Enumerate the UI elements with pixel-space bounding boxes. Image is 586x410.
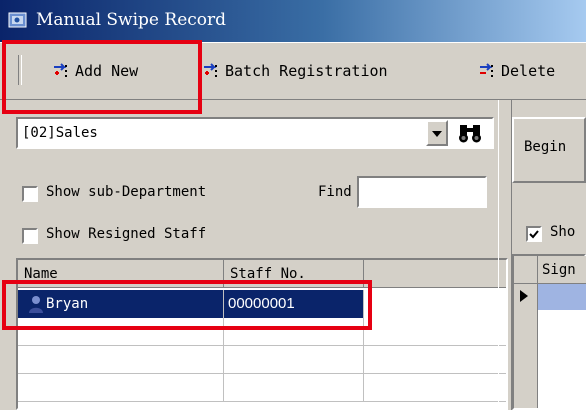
delete-icon [480, 63, 493, 77]
batch-registration-button[interactable]: Batch Registration [202, 59, 388, 83]
empty-row [18, 374, 506, 402]
column-header-blank [364, 260, 506, 288]
record-grid-header-label: Sign [542, 262, 576, 278]
checkmark-icon [529, 230, 539, 239]
row-pointer-icon [520, 290, 528, 302]
right-show-label: Sho [550, 224, 576, 240]
empty-cell [18, 374, 224, 402]
show-sub-department-checkbox[interactable] [22, 186, 38, 202]
batch-registration-icon [204, 63, 217, 77]
date-range-box: Begin [512, 117, 586, 183]
window-title: Manual Swipe Record [36, 10, 227, 30]
department-value: [02]Sales [22, 125, 98, 141]
record-grid[interactable]: Sign [512, 254, 586, 410]
right-show-checkbox[interactable] [526, 226, 542, 242]
row-header-column [514, 310, 538, 408]
empty-cell [224, 374, 364, 402]
begin-label: Begin [524, 139, 567, 155]
panel-splitter[interactable] [498, 100, 512, 410]
delete-label: Delete [501, 62, 556, 80]
find-input[interactable] [357, 176, 487, 208]
empty-cell [364, 290, 506, 318]
show-sub-department-label: Show sub-Department [46, 184, 207, 200]
dropdown-button[interactable] [426, 120, 448, 146]
highlight-box-staff-row [2, 280, 372, 330]
binoculars-icon [459, 125, 481, 143]
empty-cell [18, 346, 224, 374]
batch-registration-label: Batch Registration [225, 62, 388, 80]
chevron-down-icon [432, 131, 442, 137]
record-grid-header[interactable]: Sign [538, 256, 586, 284]
find-department-button[interactable] [450, 114, 490, 152]
title-bar[interactable]: Manual Swipe Record [0, 0, 586, 42]
right-panel: Begin Sho Sign [512, 100, 586, 410]
record-selected-cell[interactable] [538, 284, 586, 310]
empty-row [18, 346, 506, 374]
highlight-box-add-new [2, 40, 202, 114]
row-indicator [514, 284, 538, 310]
app-icon [8, 10, 28, 30]
empty-cell [224, 346, 364, 374]
delete-button[interactable]: Delete [478, 59, 555, 83]
record-grid-corner [514, 256, 538, 284]
department-combo[interactable]: [02]Sales [16, 117, 494, 149]
show-resigned-staff-label: Show Resigned Staff [46, 226, 207, 242]
find-label: Find [318, 184, 352, 200]
show-resigned-staff-checkbox[interactable] [22, 228, 38, 244]
